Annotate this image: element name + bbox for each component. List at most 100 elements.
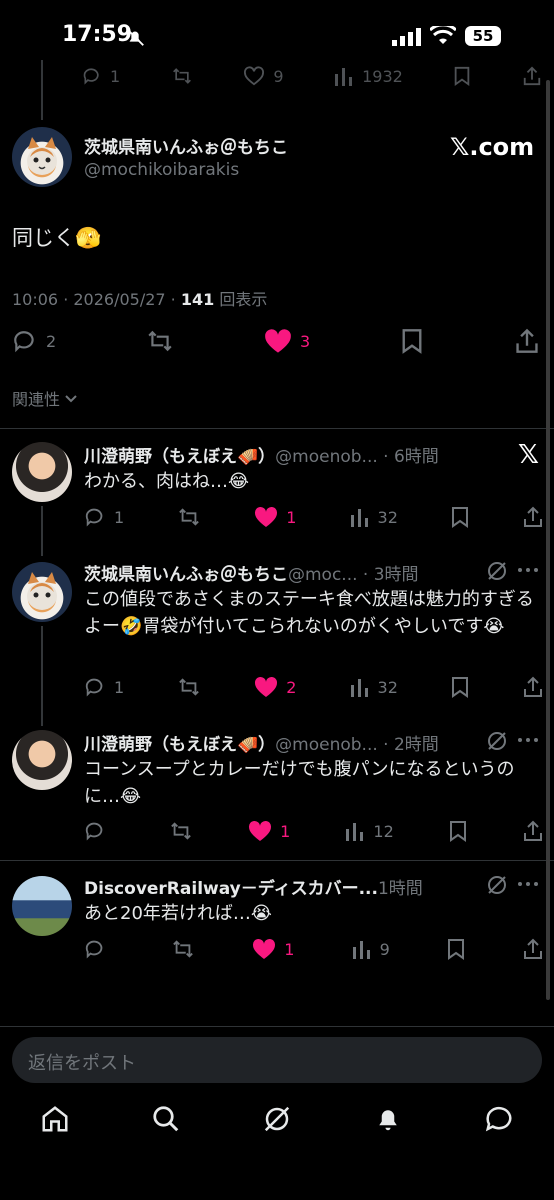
bookmark-button[interactable] — [451, 506, 469, 528]
chart-icon — [346, 823, 364, 841]
repost-button[interactable] — [177, 676, 201, 698]
bookmark-button[interactable] — [447, 938, 465, 960]
more-icon[interactable] — [516, 566, 540, 574]
more-icon[interactable] — [516, 736, 540, 744]
reply-input-placeholder: 返信をポスト — [28, 1053, 136, 1074]
views-button[interactable]: 32 — [350, 677, 398, 697]
divider — [0, 1026, 554, 1027]
thread-line — [41, 60, 43, 120]
share-icon — [523, 676, 542, 697]
reply-composer[interactable]: 返信をポスト — [12, 1037, 542, 1083]
bookmark-icon — [451, 677, 468, 698]
bookmark-button[interactable] — [453, 66, 471, 86]
grok-icon[interactable] — [262, 1104, 292, 1134]
reply-button[interactable]: 1 — [82, 66, 120, 86]
main-author-handle[interactable]: @mochikoibarakis — [84, 160, 239, 180]
grok-icon[interactable] — [486, 730, 508, 752]
reply-icon — [83, 68, 99, 85]
share-button[interactable] — [522, 506, 544, 528]
sort-dropdown[interactable]: 関連性 — [12, 386, 78, 410]
post-timestamp[interactable]: 10:06 · 2026/05/27 · — [12, 290, 181, 309]
reply-button[interactable]: 1 — [84, 506, 124, 528]
reply-avatar[interactable] — [12, 876, 72, 936]
view-count: 141 — [180, 290, 215, 309]
repost-button[interactable] — [171, 66, 193, 86]
scrollbar[interactable] — [546, 80, 550, 1000]
bookmark-icon — [451, 507, 468, 528]
reply-header: 川澄萌野（もえぼえ🪗）@moenob... · 2時間 — [84, 730, 484, 755]
bookmark-icon — [447, 939, 464, 960]
like-button[interactable]: 1 — [252, 938, 294, 960]
reply-avatar[interactable] — [12, 562, 72, 622]
reply-icon — [85, 940, 103, 959]
main-post-text: 同じく🫣 — [12, 226, 102, 250]
chevron-down-icon — [65, 395, 77, 403]
like-button[interactable]: 9 — [243, 66, 284, 86]
main-author-name[interactable]: 茨城県南いんふぉ＠もちこ — [84, 133, 288, 158]
reply-author-name[interactable]: 川澄萌野（もえぼえ🪗） — [84, 735, 275, 755]
status-bar: 17:59 55 — [0, 0, 554, 70]
status-time: 17:59 — [62, 22, 133, 47]
reply-button[interactable]: 2 — [12, 328, 56, 354]
thread-line — [41, 626, 43, 726]
reply-text: あと20年若ければ…😭 — [84, 903, 272, 924]
reply-author-handle[interactable]: 1時間 — [378, 879, 423, 899]
signal-icon — [392, 28, 421, 46]
bookmark-button[interactable] — [451, 676, 469, 698]
reply-author-handle[interactable]: @moc... · 3時間 — [288, 565, 419, 585]
reply-icon — [85, 822, 103, 841]
reply-author-handle[interactable]: @moenob... · 2時間 — [275, 735, 439, 755]
divider — [0, 860, 554, 861]
share-button[interactable] — [514, 328, 540, 354]
like-button[interactable]: 2 — [254, 676, 296, 698]
repost-button[interactable] — [146, 328, 174, 354]
repost-button[interactable] — [171, 938, 195, 960]
bell-muted-icon — [126, 28, 144, 46]
prev-post-actions: 1 9 1932 — [82, 66, 542, 86]
reply-header: 川澄萌野（もえぼえ🪗）@moenob... · 6時間 — [84, 442, 504, 467]
repost-button[interactable] — [169, 820, 193, 842]
main-post-avatar[interactable] — [12, 127, 72, 187]
heart-filled-icon — [253, 938, 276, 959]
notifications-icon[interactable] — [373, 1104, 403, 1134]
share-button[interactable] — [522, 66, 542, 86]
bookmark-icon — [402, 329, 422, 354]
cat-face-icon — [27, 137, 57, 175]
bookmark-button[interactable] — [449, 820, 467, 842]
views-button[interactable]: 9 — [352, 939, 390, 959]
chart-icon — [352, 941, 370, 959]
reply-author-handle[interactable]: @moenob... · 6時間 — [275, 447, 439, 467]
reply-icon — [85, 508, 103, 527]
views-button[interactable]: 1932 — [334, 66, 403, 86]
reply-avatar[interactable] — [12, 442, 72, 502]
share-button[interactable] — [522, 938, 544, 960]
reply-author-name[interactable]: 川澄萌野（もえぼえ🪗） — [84, 447, 275, 467]
home-icon[interactable] — [40, 1104, 70, 1134]
x-logo-icon: 𝕏 — [518, 440, 539, 470]
reply-button[interactable] — [84, 938, 114, 960]
like-button[interactable]: 3 — [264, 328, 310, 354]
chart-icon — [335, 68, 353, 86]
repost-button[interactable] — [177, 506, 201, 528]
share-button[interactable] — [522, 820, 544, 842]
grok-icon[interactable] — [486, 560, 508, 582]
like-button[interactable]: 1 — [248, 820, 290, 842]
search-icon[interactable] — [151, 1104, 181, 1134]
views-button[interactable]: 12 — [345, 821, 394, 841]
like-button[interactable]: 1 — [254, 506, 296, 528]
more-icon[interactable] — [516, 880, 540, 888]
bookmark-button[interactable] — [400, 328, 424, 354]
views-button[interactable]: 32 — [350, 507, 398, 527]
reply-icon — [14, 331, 34, 353]
grok-icon[interactable] — [486, 874, 508, 896]
reply-button[interactable]: 1 — [84, 676, 124, 698]
reply-header: DiscoverRailway－ディスカバー...1時間 — [84, 874, 484, 899]
share-button[interactable] — [522, 676, 544, 698]
messages-icon[interactable] — [484, 1104, 514, 1134]
reply-author-name[interactable]: 茨城県南いんふぉ＠もちこ — [84, 565, 288, 585]
battery-level: 55 — [472, 27, 494, 45]
reply-button[interactable] — [84, 820, 114, 842]
reply-actions: 1 2 32 — [84, 676, 544, 698]
reply-avatar[interactable] — [12, 730, 72, 790]
reply-author-name[interactable]: DiscoverRailway－ディスカバー... — [84, 879, 378, 899]
